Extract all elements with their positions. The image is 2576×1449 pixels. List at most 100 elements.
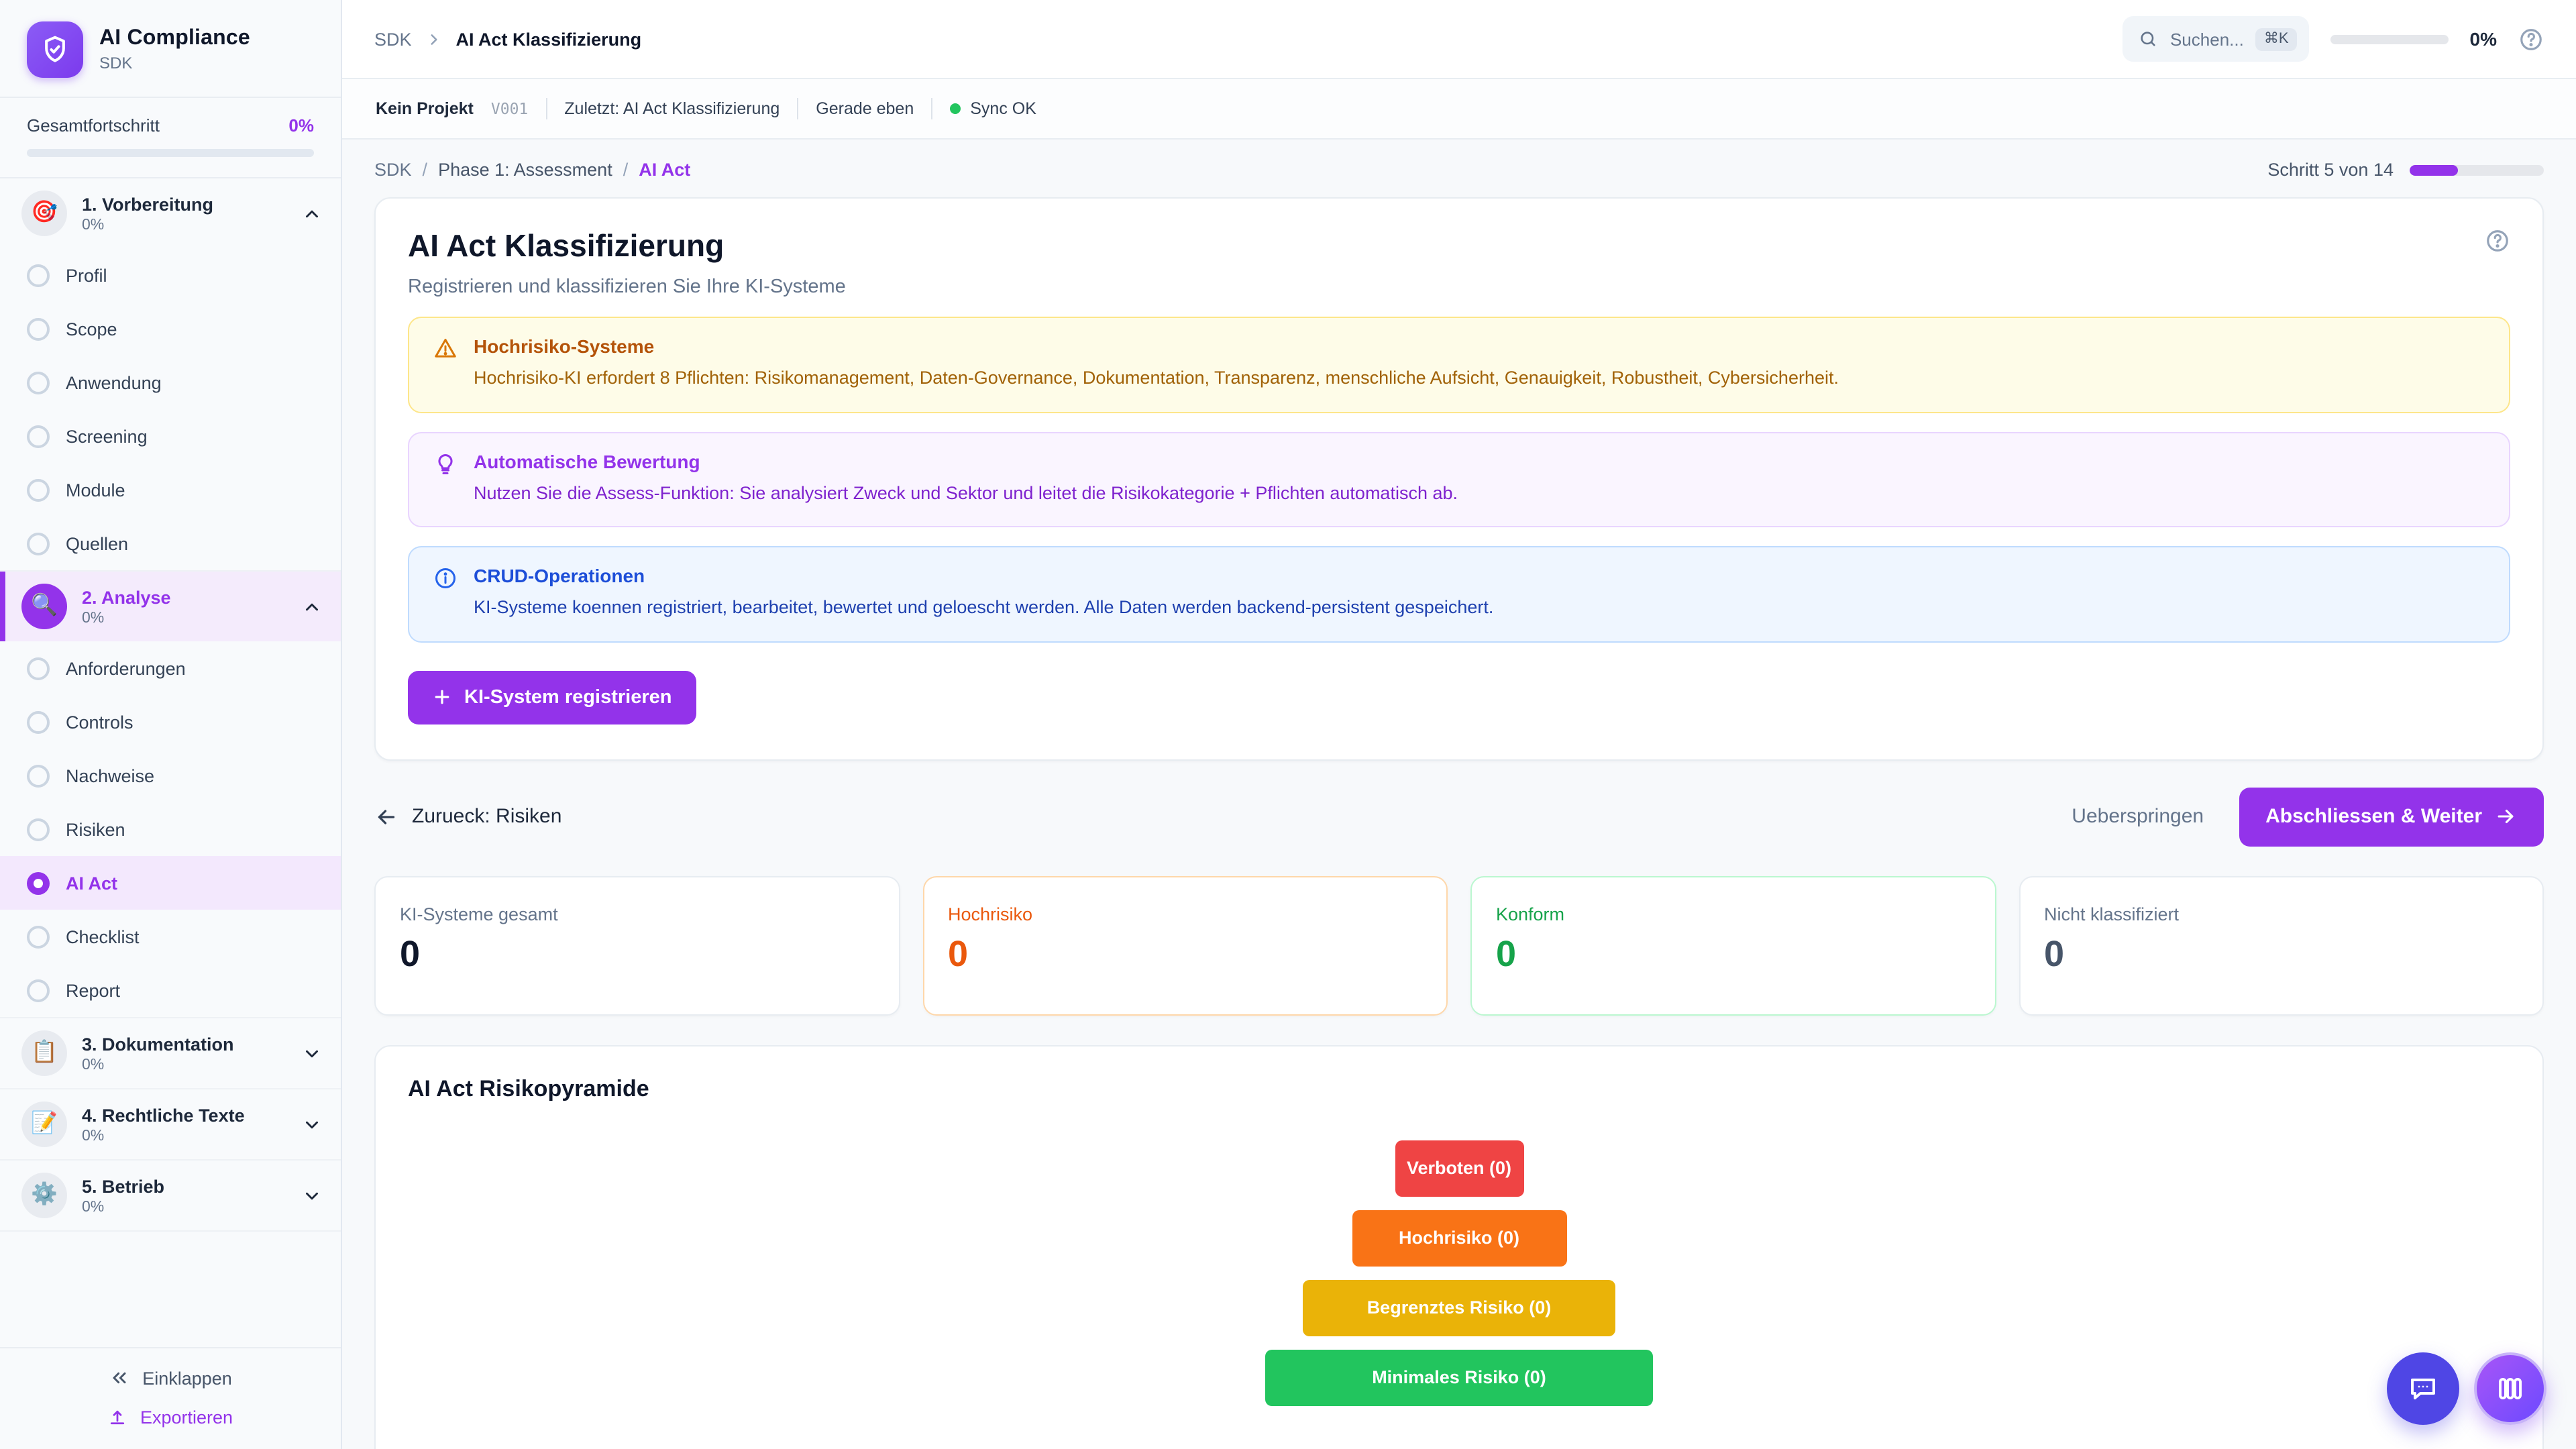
lightbulb-icon <box>433 451 458 506</box>
project-name: Kein Projekt <box>376 99 474 118</box>
back-button[interactable]: Zurueck: Risiken <box>374 804 561 828</box>
section-title: 1. Vorbereitung <box>82 194 287 214</box>
page-breadcrumb: SDK / Phase 1: Assessment / AI Act <box>374 160 690 180</box>
register-ki-system-button[interactable]: KI-System registrieren <box>408 670 696 724</box>
section-analyse: 🔍 2. Analyse 0% Anforderungen Controls <box>0 572 341 1018</box>
back-button-label: Zurueck: Risiken <box>412 805 561 828</box>
alert-body: Nutzen Sie die Assess-Funktion: Sie anal… <box>474 480 1458 506</box>
export-button[interactable]: Exportieren <box>27 1407 314 1428</box>
sidebar-nav: 🎯 1. Vorbereitung 0% Profil Scope <box>0 177 341 1347</box>
sync-ok-dot-icon <box>950 103 961 114</box>
ai-act-card: AI Act Klassifizierung Registrieren und … <box>374 197 2544 760</box>
section-header-analyse[interactable]: 🔍 2. Analyse 0% <box>0 572 341 641</box>
finish-next-button[interactable]: Abschliessen & Weiter <box>2239 787 2544 846</box>
sidebar-item-label: Nachweise <box>66 765 154 786</box>
sidebar-item-ai-act[interactable]: AI Act <box>0 856 341 910</box>
finish-next-label: Abschliessen & Weiter <box>2265 805 2482 828</box>
radio-icon <box>27 710 50 733</box>
section-header-betrieb[interactable]: ⚙️ 5. Betrieb 0% <box>0 1161 341 1230</box>
sync-status: Sync OK <box>950 99 1036 118</box>
chat-fab-button[interactable] <box>2387 1352 2459 1425</box>
stat-label: Konform <box>1496 904 1970 924</box>
pyramid-level-hochrisiko: Hochrisiko (0) <box>1352 1210 1566 1266</box>
statusbar: Kein Projekt V001 Zuletzt: AI Act Klassi… <box>342 79 2576 140</box>
sidebar-item-profil[interactable]: Profil <box>0 248 341 302</box>
section-percent: 0% <box>82 1057 287 1073</box>
sidebar-item-checklist[interactable]: Checklist <box>0 910 341 963</box>
sidebar-item-report[interactable]: Report <box>0 963 341 1017</box>
section-title: 5. Betrieb <box>82 1176 287 1196</box>
card-help-icon[interactable] <box>2485 228 2510 254</box>
sidebar-item-anwendung[interactable]: Anwendung <box>0 356 341 409</box>
section-header-dokumentation[interactable]: 📋 3. Dokumentation 0% <box>0 1018 341 1088</box>
overall-progress-value: 0% <box>288 115 314 136</box>
stat-label: Nicht klassifiziert <box>2044 904 2518 924</box>
page-breadcrumb-phase[interactable]: Phase 1: Assessment <box>438 160 612 180</box>
alert-crud-operationen: CRUD-Operationen KI-Systeme koennen regi… <box>408 546 2510 642</box>
floating-buttons <box>2387 1352 2546 1425</box>
collapse-sidebar-button[interactable]: Einklappen <box>27 1367 314 1389</box>
section-percent: 0% <box>82 1128 287 1144</box>
topbar-progress-track <box>2330 34 2449 44</box>
clipboard-icon: 📋 <box>21 1030 67 1076</box>
topbar-progress-value: 0% <box>2470 28 2497 50</box>
section-header-rechtliche-texte[interactable]: 📝 4. Rechtliche Texte 0% <box>0 1089 341 1159</box>
warning-triangle-icon <box>433 337 458 391</box>
help-icon[interactable] <box>2518 26 2544 52</box>
section-header-vorbereitung[interactable]: 🎯 1. Vorbereitung 0% <box>0 178 341 248</box>
breadcrumb-current: AI Act Klassifizierung <box>456 29 642 49</box>
alert-title: Hochrisiko-Systeme <box>474 335 1839 357</box>
version-badge: V001 <box>491 99 528 118</box>
stat-value: 0 <box>400 933 874 975</box>
panel-fab-button[interactable] <box>2474 1352 2546 1425</box>
stat-value: 0 <box>1496 933 1970 975</box>
plus-icon <box>432 687 452 707</box>
sidebar-item-anforderungen[interactable]: Anforderungen <box>0 641 341 695</box>
breadcrumb-root[interactable]: SDK <box>374 29 412 49</box>
app-root: AI Compliance SDK Gesamtfortschritt 0% 🎯… <box>0 0 2576 1449</box>
stat-label: Hochrisiko <box>948 904 1422 924</box>
sidebar-item-module[interactable]: Module <box>0 463 341 517</box>
sidebar-item-label: AI Act <box>66 873 117 893</box>
step-label: Schritt 5 von 14 <box>2267 160 2394 180</box>
double-chevron-left-icon <box>109 1367 130 1389</box>
page-breadcrumb-root[interactable]: SDK <box>374 160 412 180</box>
step-progress-track <box>2410 164 2544 175</box>
stat-card-hochrisiko: Hochrisiko 0 <box>922 875 1448 1015</box>
chevron-down-icon <box>302 1114 322 1134</box>
sidebar-item-label: Anforderungen <box>66 658 186 678</box>
section-title: 3. Dokumentation <box>82 1034 287 1054</box>
divider <box>545 98 547 119</box>
sidebar-item-quellen[interactable]: Quellen <box>0 517 341 570</box>
collapse-label: Einklappen <box>142 1368 232 1388</box>
stat-value: 0 <box>948 933 1422 975</box>
upload-icon <box>108 1407 128 1428</box>
app-title: AI Compliance <box>99 27 250 51</box>
sidebar-item-risiken[interactable]: Risiken <box>0 802 341 856</box>
sidebar-item-label: Checklist <box>66 926 140 947</box>
sidebar-item-label: Risiken <box>66 819 125 839</box>
sidebar-item-scope[interactable]: Scope <box>0 302 341 356</box>
main-area: SDK AI Act Klassifizierung Suchen... ⌘K <box>342 0 2576 1449</box>
sidebar-item-nachweise[interactable]: Nachweise <box>0 749 341 802</box>
overall-progress-label: Gesamtfortschritt <box>27 115 160 136</box>
pyramid-level-minimales-risiko: Minimales Risiko (0) <box>1265 1349 1653 1405</box>
sidebar-item-label: Scope <box>66 319 117 339</box>
register-button-label: KI-System registrieren <box>464 686 672 708</box>
alert-hochrisiko: Hochrisiko-Systeme Hochrisiko-KI erforde… <box>408 317 2510 413</box>
stat-card-konform: Konform 0 <box>1470 875 1996 1015</box>
columns-icon <box>2494 1373 2526 1405</box>
step-progress: Schritt 5 von 14 <box>2267 160 2544 180</box>
app-header: AI Compliance SDK <box>0 0 341 97</box>
sidebar-item-controls[interactable]: Controls <box>0 695 341 749</box>
search-input[interactable]: Suchen... ⌘K <box>2123 16 2309 62</box>
sidebar-item-screening[interactable]: Screening <box>0 409 341 463</box>
chat-bubble-icon <box>2407 1373 2439 1405</box>
section-dokumentation: 📋 3. Dokumentation 0% <box>0 1018 341 1089</box>
skip-button[interactable]: Ueberspringen <box>2072 805 2204 828</box>
radio-checked-icon <box>27 871 50 894</box>
alert-title: CRUD-Operationen <box>474 565 1493 586</box>
step-progress-fill <box>2410 164 2458 175</box>
arrow-right-icon <box>2494 805 2517 828</box>
sidebar-footer: Einklappen Exportieren <box>0 1347 341 1449</box>
